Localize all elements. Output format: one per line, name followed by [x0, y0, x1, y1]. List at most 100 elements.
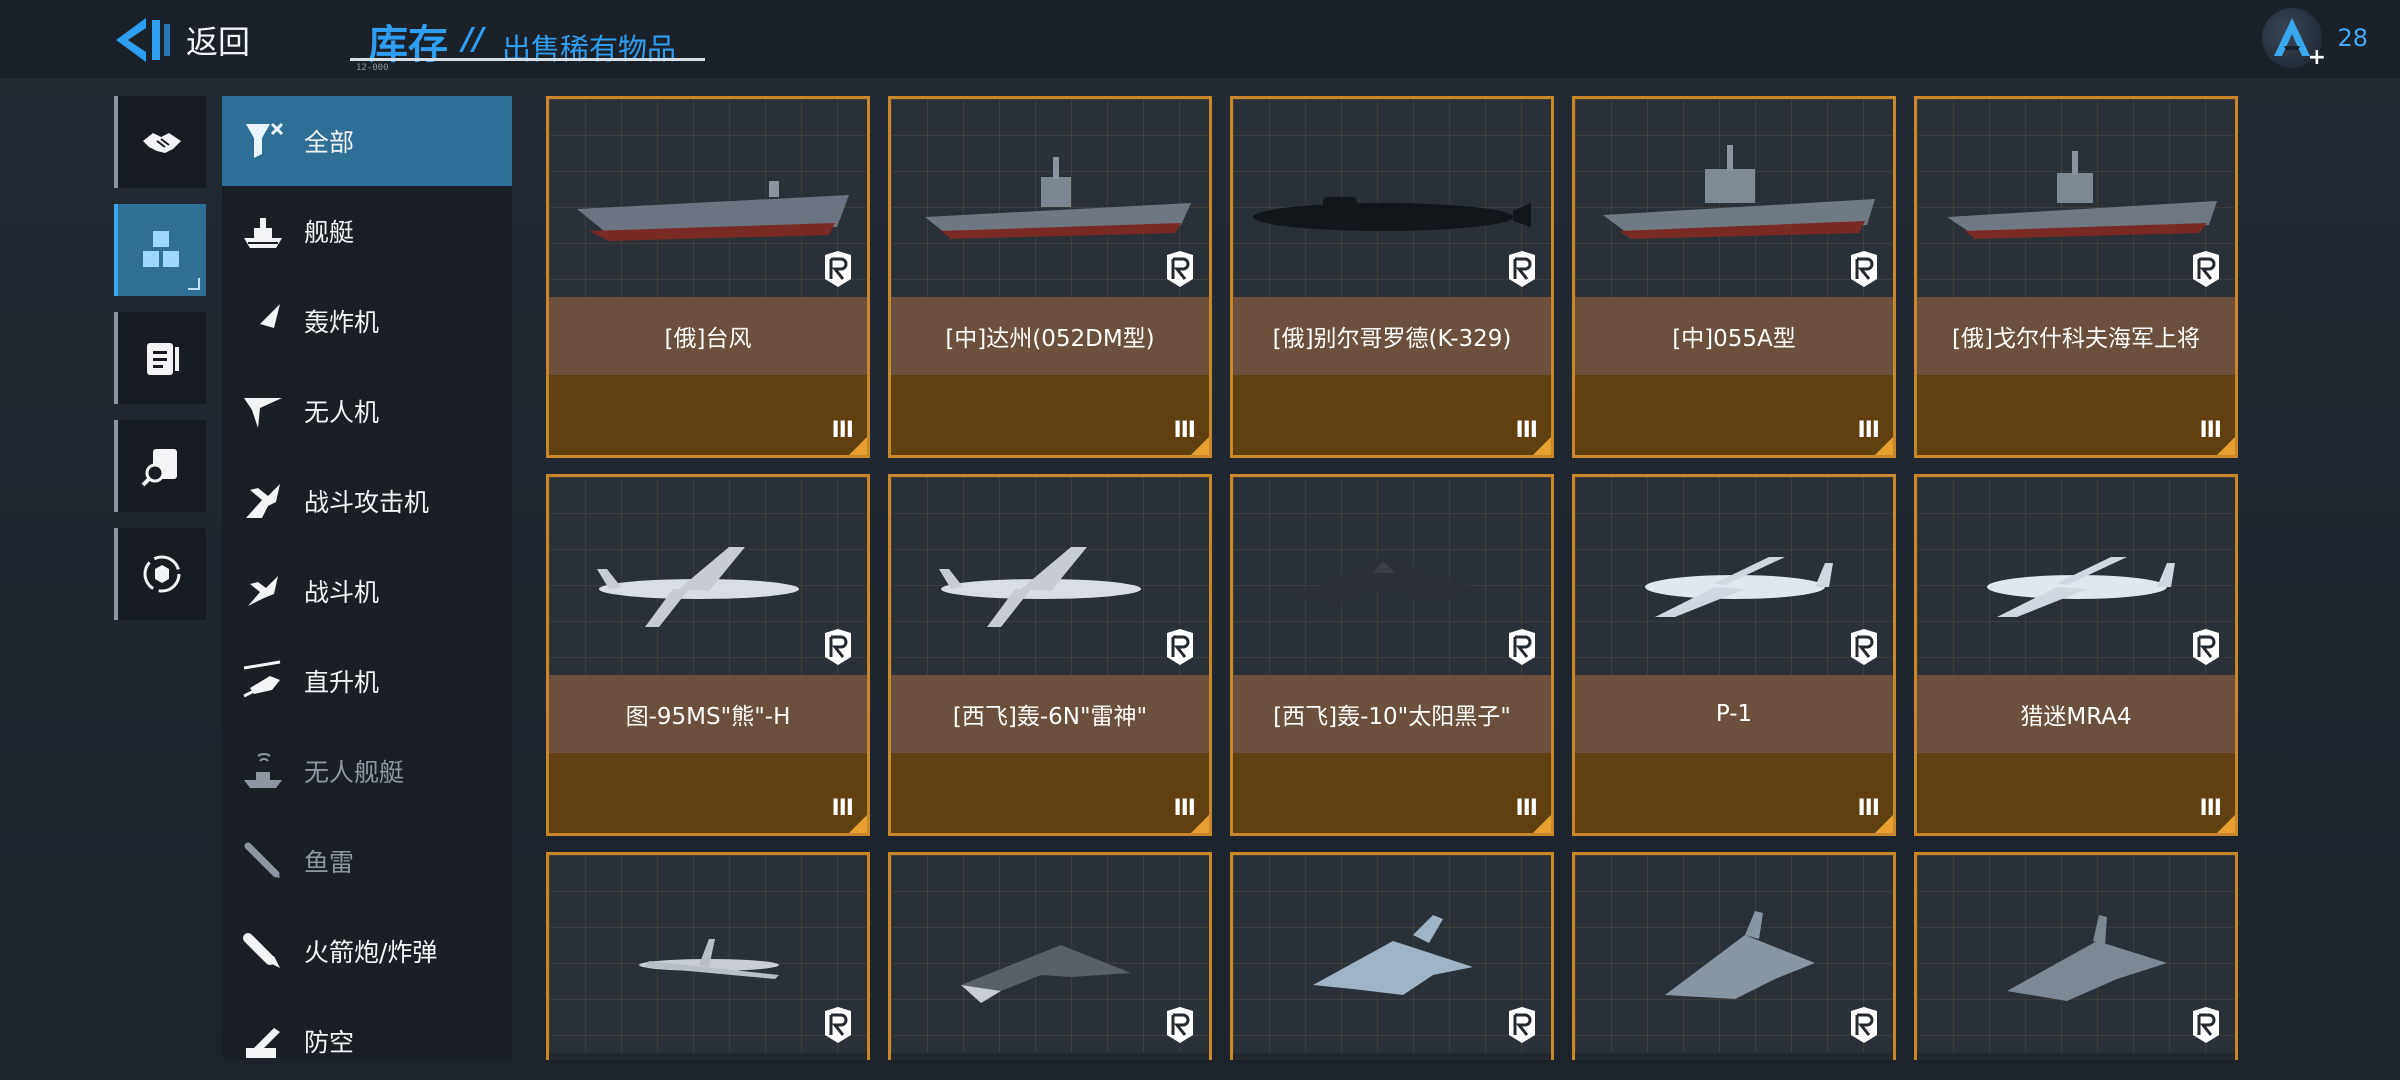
tier-corner-mark [2217, 815, 2235, 833]
category-item-8[interactable]: 鱼雷 [222, 816, 512, 906]
category-item-6[interactable]: 直升机 [222, 636, 512, 726]
category-item-9[interactable]: 火箭炮/炸弹 [222, 906, 512, 996]
item-name: [中]达州(052DM型) [945, 326, 1155, 352]
item-name: [中]055A型 [1672, 326, 1796, 352]
category-item-5[interactable]: 战斗机 [222, 546, 512, 636]
item-name-bar: [中]055A型 [1575, 297, 1893, 375]
category-label: 鱼雷 [304, 848, 355, 877]
handshake-icon [143, 133, 181, 153]
flyingwing-vehicle-icon [1293, 557, 1483, 605]
item-card[interactable]: 猎迷MRA4 III [1914, 474, 2238, 836]
item-art [1233, 477, 1551, 675]
back-button[interactable]: 返回 [112, 14, 250, 66]
back-logo-icon [116, 18, 170, 62]
torpedo-icon [236, 834, 290, 888]
rarity-r-icon [2193, 1007, 2219, 1043]
rarity-r-icon [1851, 629, 1877, 665]
item-name: P-1 [1715, 701, 1753, 727]
item-card[interactable] [1230, 852, 1554, 1060]
category-item-10[interactable]: 防空 [222, 996, 512, 1080]
item-name-bar: [俄]戈尔什科夫海军上将 [1917, 297, 2235, 375]
item-card[interactable] [1914, 852, 2238, 1060]
fighter2-vehicle-icon [1665, 911, 1815, 999]
item-name: [俄]别尔哥罗德(K-329) [1272, 326, 1512, 352]
item-card[interactable]: 图-95MS"熊"-H III [546, 474, 870, 836]
item-art [1233, 855, 1551, 1053]
category-item-3[interactable]: 无人机 [222, 366, 512, 456]
item-art [1575, 477, 1893, 675]
plus-icon: + [2307, 45, 2326, 70]
unmanned-boat-icon [236, 744, 290, 798]
fighter-vehicle-icon [1313, 915, 1473, 995]
tier-corner-mark [1875, 815, 1893, 833]
tier-corner-mark [1191, 437, 1209, 455]
bomber-vehicle-icon [939, 547, 1141, 627]
item-footer: III [1917, 375, 2235, 455]
item-card[interactable]: [西飞]轰-6N"雷神" III [888, 474, 1212, 836]
item-card[interactable]: [俄]戈尔什科夫海军上将 III [1914, 96, 2238, 458]
rarity-r-icon [825, 251, 851, 287]
category-item-2[interactable]: 轰炸机 [222, 276, 512, 366]
item-name: 猎迷MRA4 [2020, 704, 2132, 730]
rarity-r-icon [1509, 1007, 1535, 1043]
page-title-block: 库存 // 出售稀有物品 12-000 [350, 8, 705, 73]
rarity-r-icon [2193, 251, 2219, 287]
item-footer: III [1233, 375, 1551, 455]
tier-corner-mark [1191, 815, 1209, 833]
item-card[interactable] [546, 852, 870, 1060]
item-card[interactable]: [俄]台风 III [546, 96, 870, 458]
item-name-bar: [西飞]轰-6N"雷神" [891, 675, 1209, 753]
item-card[interactable] [888, 852, 1212, 1060]
item-card[interactable] [1572, 852, 1896, 1060]
item-card[interactable]: [中]达州(052DM型) III [888, 96, 1212, 458]
item-art [1233, 99, 1551, 297]
air-defense-icon [236, 1014, 290, 1068]
item-name: [俄]戈尔什科夫海军上将 [1952, 326, 2200, 352]
item-art [1917, 477, 2235, 675]
item-name-bar: [俄]别尔哥罗德(K-329) [1233, 297, 1551, 375]
category-item-0[interactable]: 全部 [222, 96, 512, 186]
item-footer: III [891, 753, 1209, 833]
category-list: 全部 舰艇 轰炸机 无人机 战斗攻击机 战斗机 直升机 无人舰艇 鱼雷 火箭炮/炸弹 防空 [222, 96, 512, 1060]
rail-orders[interactable] [114, 312, 206, 404]
category-label: 全部 [304, 128, 355, 157]
tier-corner-mark [849, 437, 867, 455]
rank-badge-button[interactable]: + [2262, 8, 2326, 70]
rarity-r-icon [1167, 1007, 1193, 1043]
item-art [549, 477, 867, 675]
item-card[interactable]: [西飞]轰-10"太阳黑子" III [1230, 474, 1554, 836]
tier-corner-mark [1533, 815, 1551, 833]
cruiser-vehicle-icon [1603, 145, 1875, 239]
category-label: 火箭炮/炸弹 [304, 938, 438, 967]
item-footer: III [1575, 753, 1893, 833]
submarine-vehicle-icon [1253, 197, 1531, 231]
category-label: 无人机 [304, 398, 380, 427]
fighter3-vehicle-icon [2007, 915, 2167, 1001]
category-item-7[interactable]: 无人舰艇 [222, 726, 512, 816]
category-label: 无人舰艇 [304, 758, 405, 787]
carrier-vehicle-icon [577, 181, 849, 241]
active-corner-mark [188, 278, 200, 290]
rail-search-records[interactable] [114, 420, 206, 512]
rarity-r-icon [1851, 251, 1877, 287]
rocket-bomb-icon [236, 924, 290, 978]
rarity-r-icon [1509, 629, 1535, 665]
rail-inventory[interactable] [114, 204, 206, 296]
item-name: [西飞]轰-10"太阳黑子" [1273, 704, 1511, 730]
exchange-cycle-icon [143, 555, 181, 593]
category-item-4[interactable]: 战斗攻击机 [222, 456, 512, 546]
category-item-1[interactable]: 舰艇 [222, 186, 512, 276]
rail-exchange[interactable] [114, 528, 206, 620]
strike-fighter-icon [236, 474, 290, 528]
item-footer: III [891, 375, 1209, 455]
item-name-bar: 猎迷MRA4 [1917, 675, 2235, 753]
item-footer: III [1917, 753, 2235, 833]
fighter-icon [236, 564, 290, 618]
title-code: 12-000 [356, 63, 389, 73]
page-subtitle-link[interactable]: 出售稀有物品 [502, 26, 676, 68]
item-card[interactable]: P-1 III [1572, 474, 1896, 836]
item-card[interactable]: [中]055A型 III [1572, 96, 1896, 458]
top-bar: 返回 库存 // 出售稀有物品 12-000 + 28 [0, 0, 2400, 78]
item-card[interactable]: [俄]别尔哥罗德(K-329) III [1230, 96, 1554, 458]
rail-trade[interactable] [114, 96, 206, 188]
